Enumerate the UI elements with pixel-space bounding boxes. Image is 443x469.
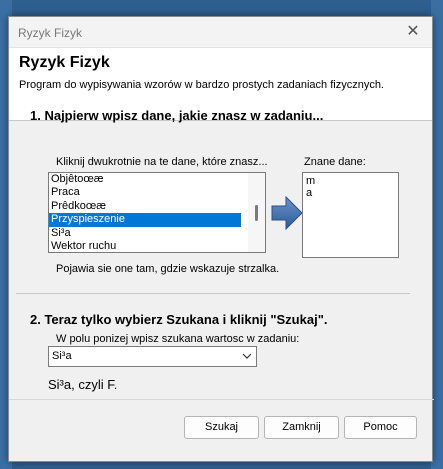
quantities-listbox[interactable]: Objêtoœæ Praca Prêdkoœæ Przyspieszenie S… xyxy=(48,172,266,253)
section-divider xyxy=(16,293,410,294)
title-bar[interactable]: Ryzyk Fizyk ✕ xyxy=(9,17,432,48)
footer-divider xyxy=(9,399,434,400)
list-item[interactable]: Wektor ruchu xyxy=(49,240,265,252)
result-text: Si³a, czyli F. xyxy=(48,377,118,392)
chevron-down-icon[interactable] xyxy=(242,347,252,373)
close-button[interactable]: Zamknij xyxy=(264,416,339,439)
listbox-scrollbar[interactable] xyxy=(248,173,265,252)
close-icon[interactable]: ✕ xyxy=(402,21,424,43)
app-title: Ryzyk Fizyk xyxy=(19,54,110,71)
list-item[interactable]: Si³a xyxy=(49,227,265,240)
step2-heading: 2. Teraz tylko wybierz Szukana i kliknij… xyxy=(30,312,328,327)
app-description: Program do wypisywania wzorów w bardzo p… xyxy=(19,79,384,91)
step1-heading: 1. Najpierw wpisz dane, jakie znasz w za… xyxy=(30,108,324,123)
combo-value: Si³a xyxy=(52,350,72,362)
known-item[interactable]: m xyxy=(306,175,395,187)
list-item[interactable]: Prêdkoœæ xyxy=(49,200,265,213)
list-item[interactable]: Praca xyxy=(49,186,265,199)
known-data-listbox[interactable]: m a xyxy=(302,172,399,258)
search-button[interactable]: Szukaj xyxy=(184,416,259,439)
list-label: Kliknij dwukrotnie na te dane, które zna… xyxy=(56,156,268,168)
sought-field-label: W polu ponizej wpisz szukana wartosc w z… xyxy=(56,333,300,345)
scrollbar-thumb[interactable] xyxy=(255,205,258,221)
arrow-hint: Pojawia sie one tam, gdzie wskazuje strz… xyxy=(56,263,280,275)
right-arrow-icon xyxy=(271,196,303,230)
list-item[interactable]: Objêtoœæ xyxy=(49,173,265,186)
help-button[interactable]: Pomoc xyxy=(344,416,417,439)
sought-combobox[interactable]: Si³a xyxy=(48,346,257,367)
list-item-selected[interactable]: Przyspieszenie xyxy=(49,213,241,227)
known-label: Znane dane: xyxy=(304,156,366,168)
known-item[interactable]: a xyxy=(306,187,395,199)
window-title: Ryzyk Fizyk xyxy=(18,26,82,40)
